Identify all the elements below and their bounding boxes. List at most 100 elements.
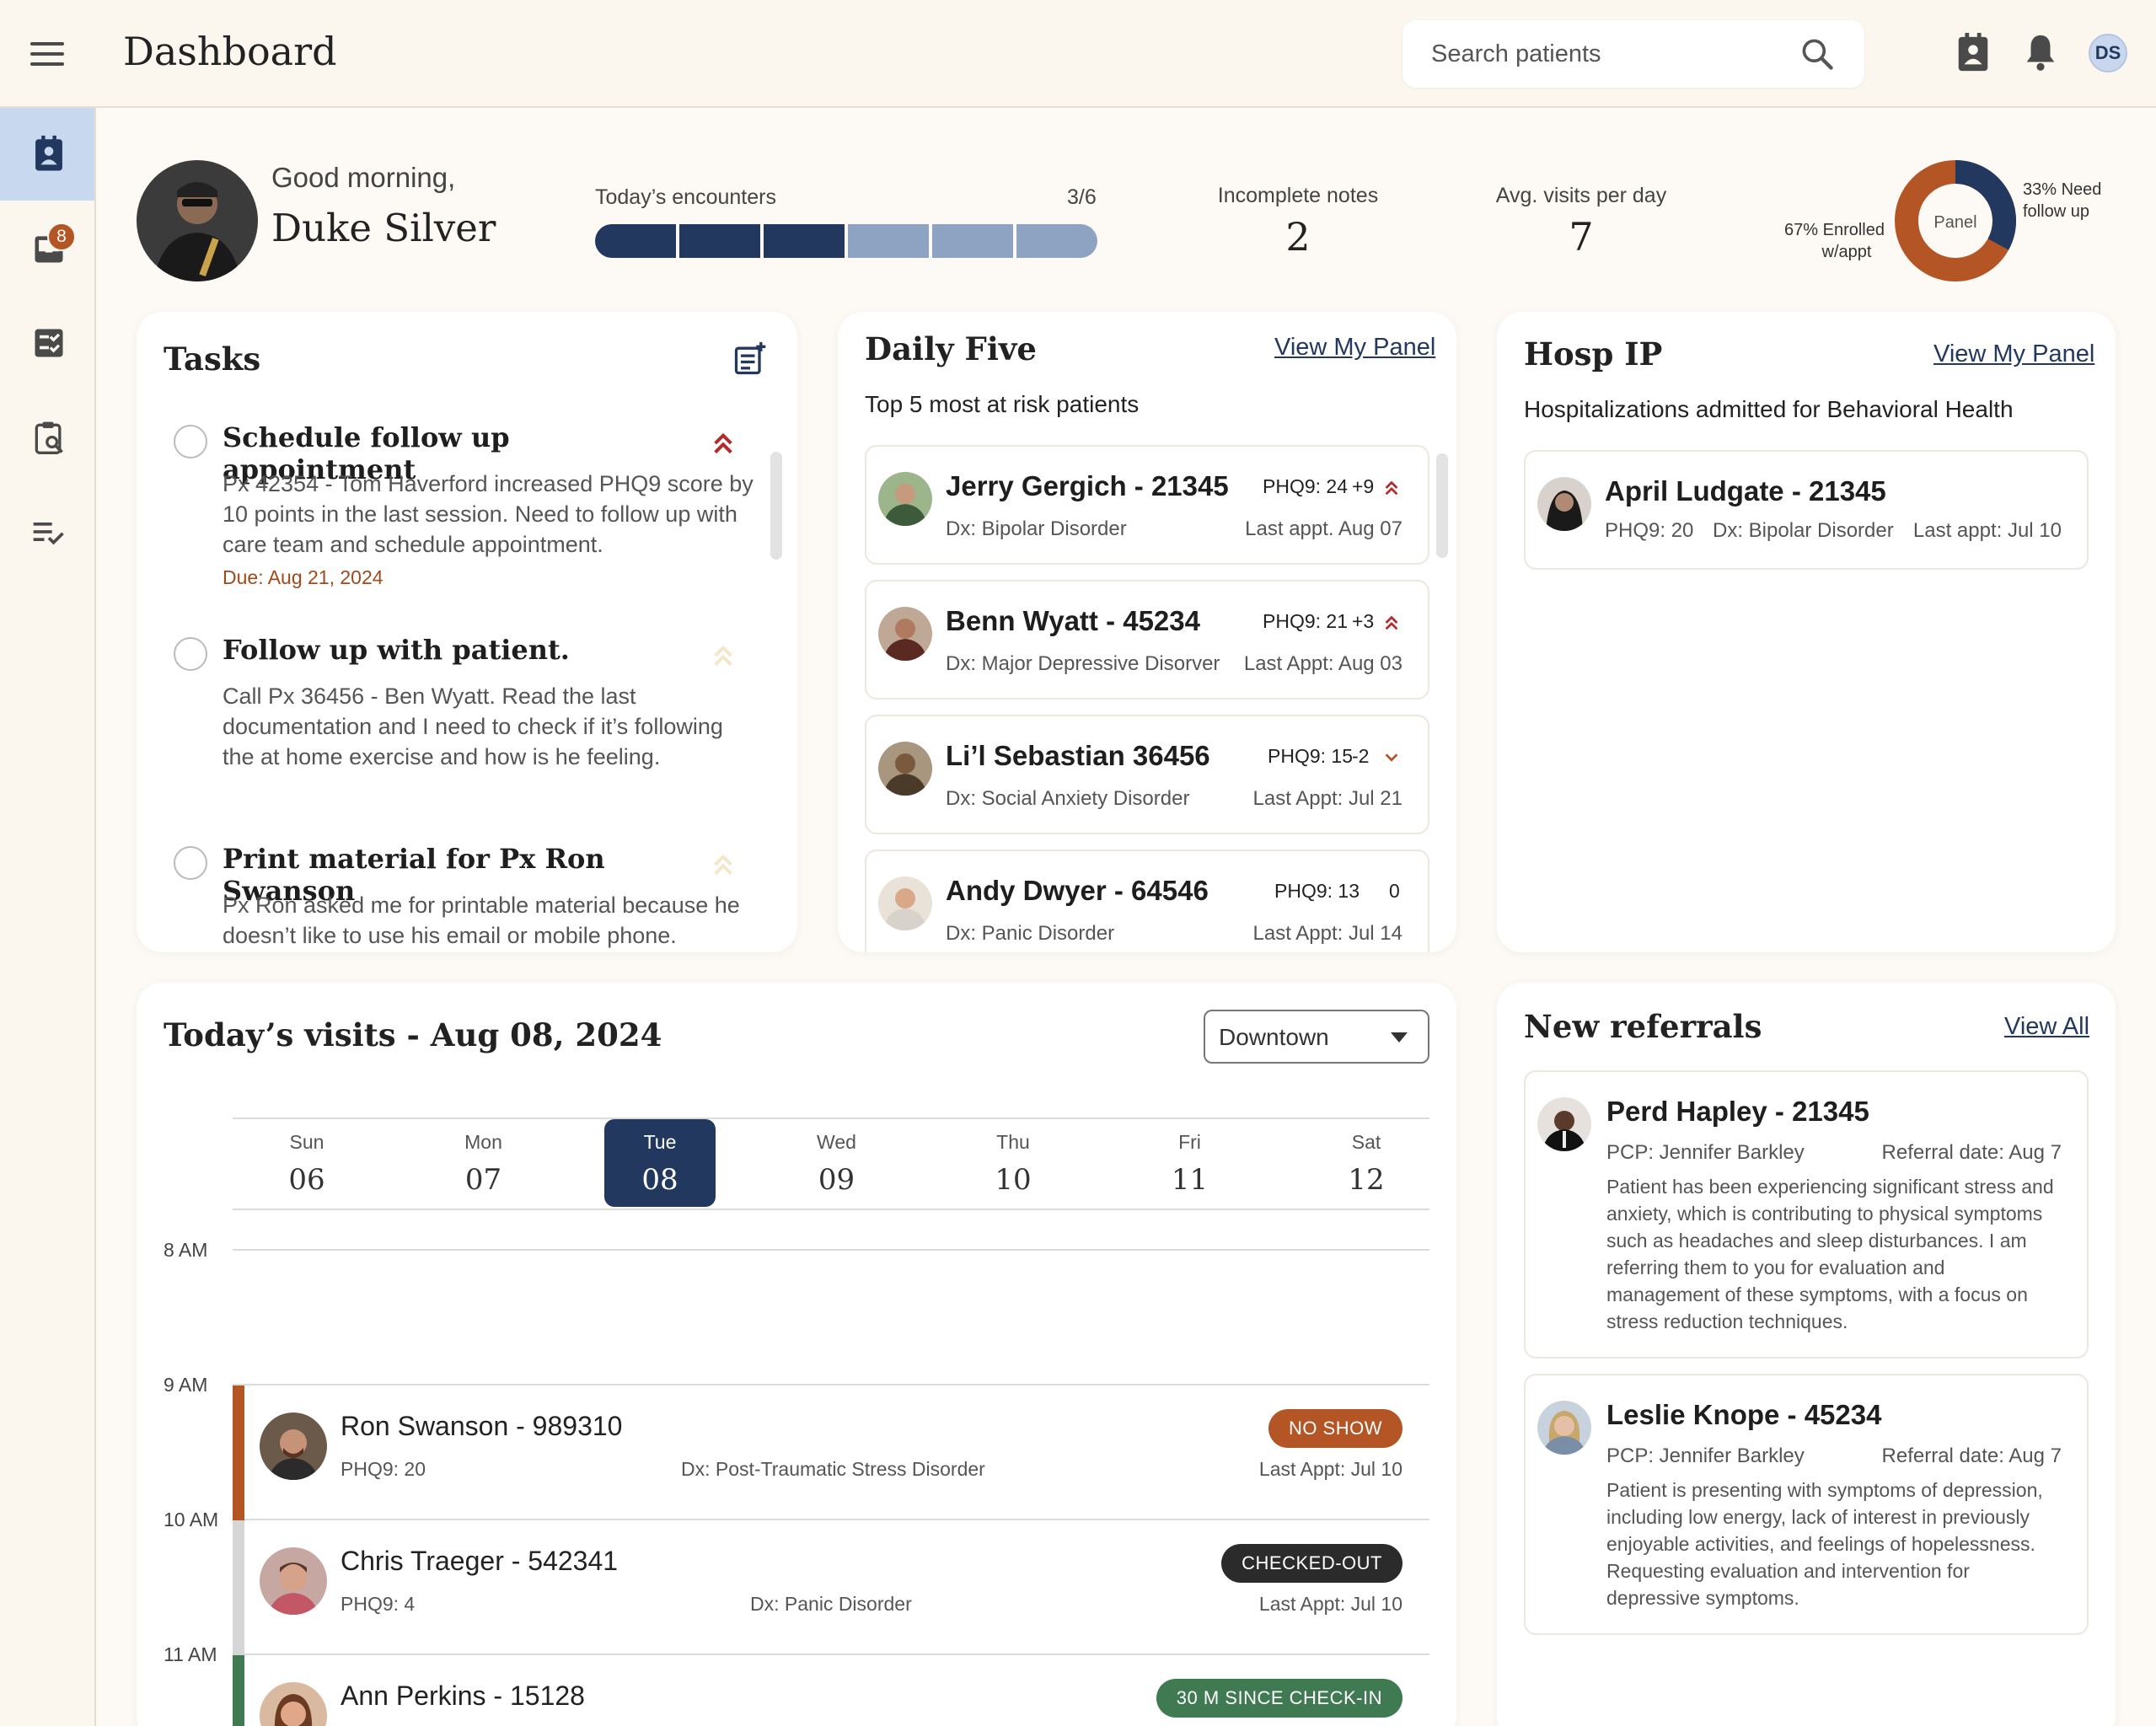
encounters-count: 3/6 bbox=[1067, 185, 1097, 209]
appointment-row[interactable]: Ann Perkins - 15128 30 M SINCE CHECK-IN bbox=[233, 1655, 1429, 1726]
risk-patient-row[interactable]: Li’l Sebastian 36456 PHQ9: 15 -2 Dx: Soc… bbox=[865, 715, 1429, 834]
task-checkbox[interactable] bbox=[174, 425, 207, 458]
encounters-progress bbox=[595, 224, 1097, 258]
top-bar: Dashboard DS bbox=[0, 0, 2156, 108]
patient-last-appt: Last Appt: Jul 14 bbox=[1252, 922, 1402, 945]
location-select[interactable]: Downtown bbox=[1204, 1010, 1429, 1064]
hosp-patient-row[interactable]: April Ludgate - 21345 PHQ9: 20 Dx: Bipol… bbox=[1524, 450, 2089, 570]
nav-inbox[interactable] bbox=[0, 202, 94, 295]
view-my-panel-link[interactable]: View My Panel bbox=[1274, 334, 1435, 362]
referral-card[interactable]: Leslie Knope - 45234 PCP: Jennifer Barkl… bbox=[1524, 1374, 2089, 1635]
tasks-scrollbar[interactable] bbox=[770, 452, 782, 560]
nav-patients[interactable] bbox=[0, 108, 94, 201]
referral-card[interactable]: Perd Hapley - 21345 PCP: Jennifer Barkle… bbox=[1524, 1070, 2089, 1359]
encounter-segment-pending bbox=[848, 224, 929, 258]
add-note-icon[interactable] bbox=[732, 340, 769, 378]
task-checkbox[interactable] bbox=[174, 846, 207, 880]
day-wed[interactable]: Wed 09 bbox=[781, 1119, 893, 1207]
patient-phq: PHQ9: 15 bbox=[1268, 745, 1353, 767]
daily-five-card: Daily Five View My Panel Top 5 most at r… bbox=[838, 312, 1456, 952]
hosp-view-my-panel-link[interactable]: View My Panel bbox=[1933, 340, 2094, 368]
clipboard-search-icon bbox=[35, 421, 63, 454]
donut-center-label: Panel bbox=[1933, 213, 1976, 232]
appointment-phq: PHQ9: 4 bbox=[341, 1593, 416, 1615]
provider-avatar bbox=[137, 160, 258, 281]
greeting-name: Duke Silver bbox=[271, 206, 496, 250]
left-navigation: 8 bbox=[0, 108, 96, 1726]
nav-tasks[interactable] bbox=[0, 297, 94, 389]
day-sat[interactable]: Sat 12 bbox=[1311, 1119, 1422, 1207]
donut-followup-label: 33% Need follow up bbox=[2023, 180, 2102, 221]
patient-avatar bbox=[878, 472, 932, 526]
patient-dx: Dx: Major Depressive Disorver bbox=[946, 652, 1220, 675]
patient-name: Li’l Sebastian 36456 bbox=[946, 740, 1210, 771]
patient-dx: Dx: Bipolar Disorder bbox=[1713, 519, 1894, 542]
donut-followup-slice bbox=[1955, 160, 2016, 250]
appointment-status-bar bbox=[233, 1386, 244, 1520]
appointment-last-appt: Last Appt: Jul 10 bbox=[1258, 1593, 1402, 1615]
patient-last-appt: Last appt. Aug 07 bbox=[1245, 517, 1402, 540]
search-input[interactable] bbox=[1402, 20, 1790, 88]
menu-icon[interactable] bbox=[30, 42, 64, 66]
day-name: Thu bbox=[996, 1131, 1030, 1153]
caret-down-icon bbox=[1391, 1032, 1408, 1043]
risk-patient-row[interactable]: Andy Dwyer - 64546 PHQ9: 13 0 Dx: Panic … bbox=[865, 850, 1429, 952]
nav-checklist[interactable] bbox=[0, 485, 94, 578]
daily-five-title: Daily Five bbox=[865, 330, 1037, 367]
day-mon[interactable]: Mon 07 bbox=[428, 1119, 539, 1207]
avg-visits-value: 7 bbox=[1569, 214, 1594, 260]
user-avatar[interactable]: DS bbox=[2089, 34, 2127, 72]
patient-avatar bbox=[1537, 477, 1591, 531]
panel-donut-chart: Panel bbox=[1895, 160, 2016, 281]
patients-icon bbox=[35, 135, 62, 171]
hosp-ip-title: Hosp IP bbox=[1524, 335, 1663, 373]
referral-date: Referral date: Aug 7 bbox=[1881, 1445, 2062, 1467]
phq-change: +9 bbox=[1352, 475, 1375, 497]
encounter-segment-done bbox=[595, 224, 676, 258]
search-box[interactable] bbox=[1402, 20, 1864, 88]
appointment-phq: PHQ9: 20 bbox=[341, 1458, 426, 1480]
phq-change: +3 bbox=[1352, 610, 1375, 632]
tasks-title: Tasks bbox=[164, 340, 261, 378]
task-checkbox[interactable] bbox=[174, 637, 207, 671]
appointment-dx: Dx: Post-Traumatic Stress Disorder bbox=[681, 1458, 985, 1480]
day-date: 06 bbox=[288, 1163, 325, 1197]
appointment-row[interactable]: Chris Traeger - 542341 PHQ9: 4 Dx: Panic… bbox=[233, 1520, 1429, 1655]
hour-line bbox=[233, 1249, 1429, 1251]
day-date: 11 bbox=[1171, 1163, 1209, 1197]
trend-up-icon bbox=[1385, 615, 1398, 630]
encounter-segment-done bbox=[679, 224, 760, 258]
hosp-ip-subtitle: Hospitalizations admitted for Behavioral… bbox=[1524, 396, 2014, 422]
day-thu[interactable]: Thu 10 bbox=[957, 1119, 1069, 1207]
daily-five-scrollbar[interactable] bbox=[1436, 453, 1448, 558]
avg-visits-label: Avg. visits per day bbox=[1495, 184, 1667, 207]
hour-label: 9 AM bbox=[164, 1374, 208, 1396]
risk-patient-row[interactable]: Benn Wyatt - 45234 PHQ9: 21 +3 Dx: Major… bbox=[865, 580, 1429, 700]
tasks-icon bbox=[35, 329, 63, 357]
referral-note: Patient has been experiencing significan… bbox=[1606, 1176, 2054, 1332]
hosp-ip-card: Hosp IP View My Panel Hospitalizations a… bbox=[1497, 312, 2116, 952]
search-icon[interactable] bbox=[1799, 35, 1836, 72]
day-tue[interactable]: Tue 08 bbox=[604, 1119, 716, 1207]
checklist-icon bbox=[33, 523, 64, 545]
patient-avatar bbox=[260, 1547, 327, 1615]
day-sun[interactable]: Sun 06 bbox=[251, 1119, 362, 1207]
referral-pcp: PCP: Jennifer Barkley bbox=[1606, 1141, 1805, 1164]
hour-label: 10 AM bbox=[164, 1509, 219, 1530]
patient-avatar bbox=[1537, 1401, 1591, 1455]
contact-card-icon[interactable] bbox=[1954, 32, 1992, 74]
referral-note: Patient is presenting with symptoms of d… bbox=[1606, 1479, 2043, 1609]
priority-low-icon bbox=[714, 645, 732, 667]
day-fri[interactable]: Fri 11 bbox=[1134, 1119, 1246, 1207]
view-all-link[interactable]: View All bbox=[2004, 1013, 2089, 1041]
appointment-row[interactable]: Ron Swanson - 989310 PHQ9: 20 Dx: Post-T… bbox=[233, 1386, 1429, 1520]
referral-date: Referral date: Aug 7 bbox=[1881, 1141, 2062, 1164]
risk-patient-row[interactable]: Jerry Gergich - 21345 PHQ9: 24 +9 Dx: Bi… bbox=[865, 445, 1429, 565]
encounter-segment-pending bbox=[932, 224, 1013, 258]
nav-clipboard-search[interactable] bbox=[0, 391, 94, 484]
bell-icon[interactable] bbox=[2021, 32, 2060, 74]
patient-name: Benn Wyatt - 45234 bbox=[946, 605, 1200, 636]
day-name: Sat bbox=[1351, 1131, 1381, 1153]
phq-change: 0 bbox=[1389, 880, 1400, 902]
encounters-label: Today’s encounters bbox=[595, 185, 776, 209]
